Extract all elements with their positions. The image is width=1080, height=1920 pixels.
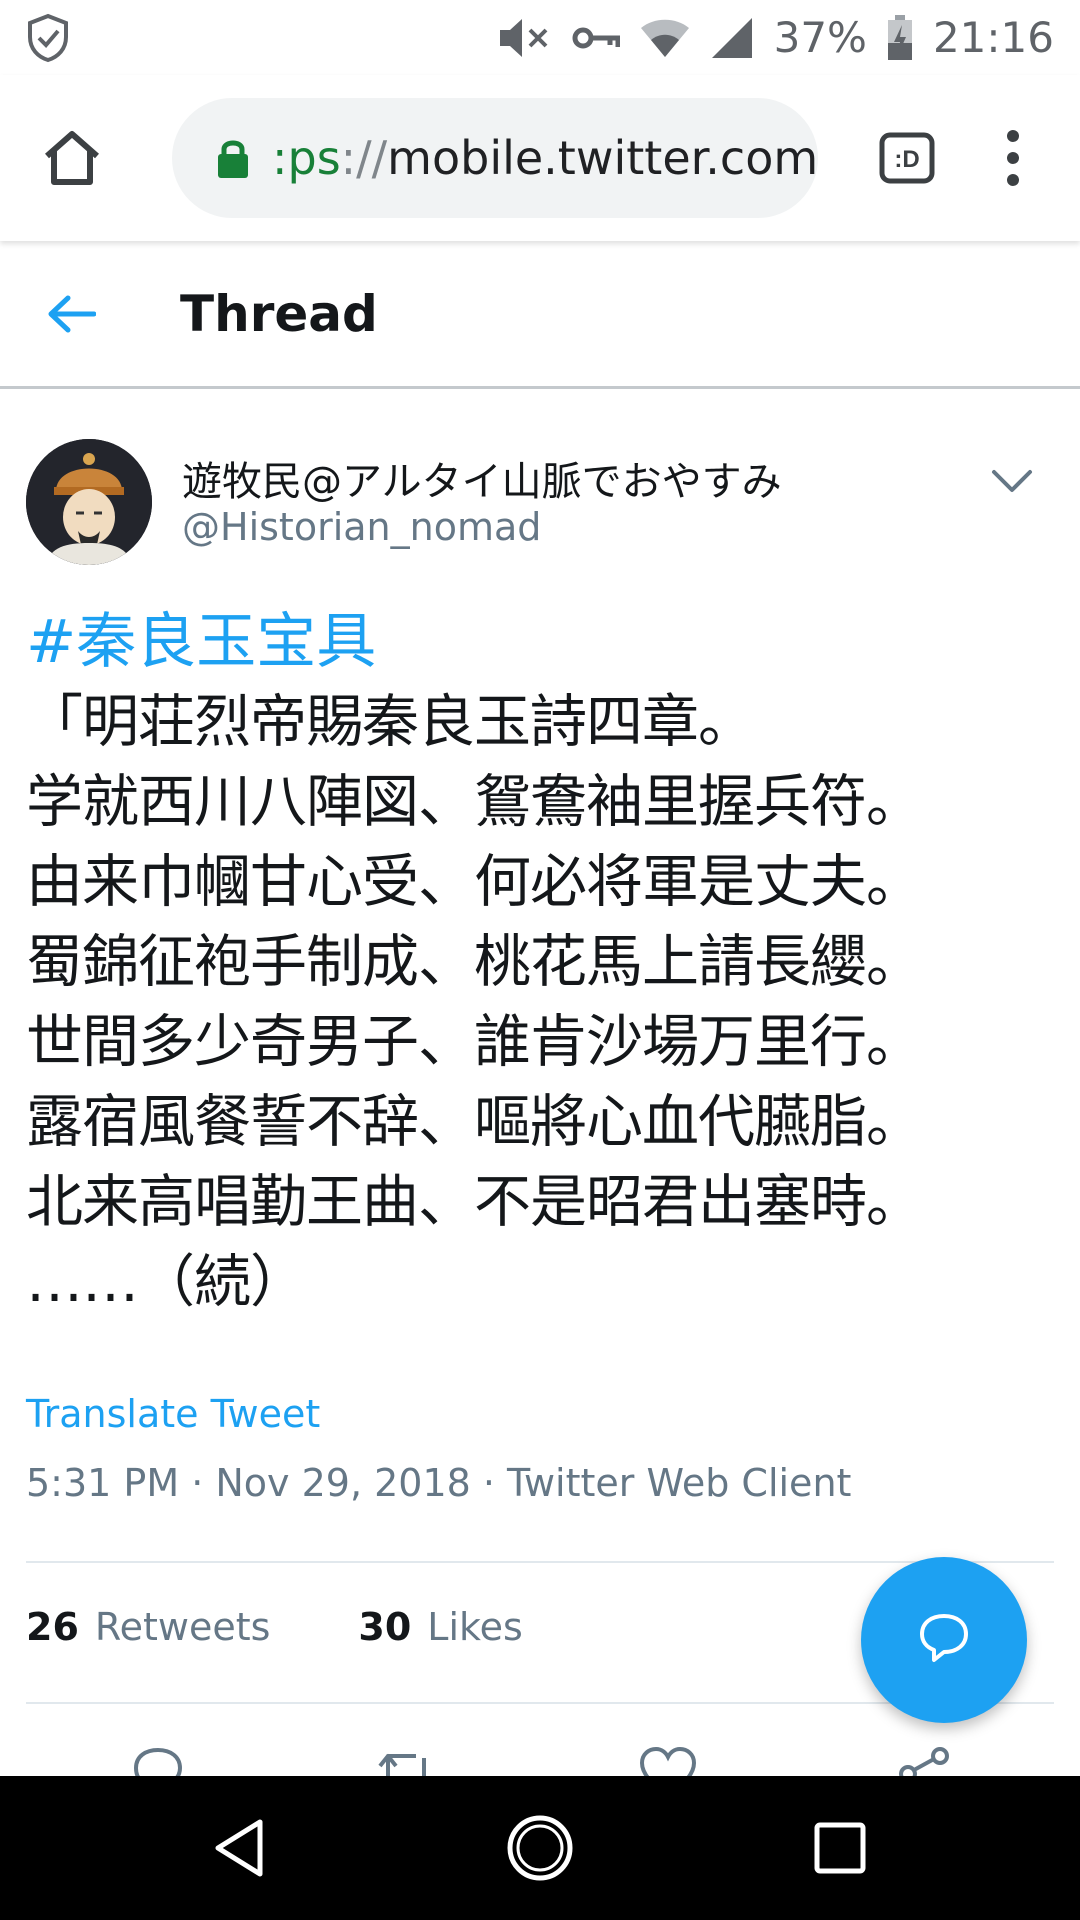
android-nav-bar — [0, 1776, 1080, 1920]
arrow-left-icon[interactable] — [46, 294, 106, 334]
tweet-line: 「明荘烈帝賜秦良玉詩四章。 — [26, 689, 755, 755]
status-bar: 37% 21:16 — [0, 0, 1080, 75]
battery-percent: 37% — [773, 13, 867, 62]
home-icon[interactable] — [36, 122, 108, 194]
tweet-line: 露宿風餐誓不辞、嘔將心血代臙脂。 — [26, 1089, 923, 1155]
likes-count: 30 — [358, 1605, 412, 1649]
likes-stat[interactable]: 30 Likes — [358, 1605, 522, 1649]
tweet-line: ……（続） — [26, 1249, 307, 1315]
hashtag-link[interactable]: #秦良玉宝具 — [26, 602, 1056, 682]
tweet-timestamp: 5:31 PM · Nov 29, 2018 · Twitter Web Cli… — [26, 1461, 852, 1505]
likes-label: Likes — [427, 1605, 523, 1649]
url-host: mobile.twitter.com — [387, 131, 818, 185]
compose-reply-button[interactable] — [861, 1557, 1027, 1723]
screen: 37% 21:16:ps://mobile.twitter.com:D Th… — [0, 0, 1080, 1920]
translate-tweet-link[interactable]: Translate Tweet — [26, 1392, 320, 1436]
more-vert-icon[interactable] — [998, 118, 1028, 198]
author-name[interactable]: 遊牧民@アルタイ山脈でおやすみ — [182, 449, 782, 507]
shield-check-icon — [26, 13, 70, 63]
tabs-icon-label: :D — [894, 146, 919, 173]
vpn-key-icon — [572, 23, 620, 53]
tweet-line: 北来高唱勤王曲、不是昭君出塞時。 — [26, 1169, 923, 1235]
chevron-down-icon[interactable] — [988, 459, 1036, 503]
tweet-line: 蜀錦征袍手制成、桃花馬上請長纓。 — [26, 929, 923, 995]
retweets-count: 26 — [26, 1605, 79, 1649]
tweet-author: 遊牧民@アルタイ山脈でおやすみ @Historian_nomad — [26, 439, 1054, 569]
tab-switcher-icon[interactable]: :D — [878, 130, 936, 186]
retweets-stat[interactable]: 26 Retweets — [26, 1605, 270, 1649]
compose-reply-icon — [916, 1610, 972, 1670]
url-separator: :// — [340, 131, 388, 185]
browser-toolbar: :ps://mobile.twitter.com :D — [0, 75, 1080, 241]
home-circle-icon[interactable] — [504, 1812, 576, 1884]
recents-square-icon[interactable] — [804, 1812, 876, 1884]
retweets-label: Retweets — [94, 1605, 271, 1649]
author-handle[interactable]: @Historian_nomad — [182, 505, 541, 549]
mute-icon — [498, 16, 552, 60]
back-triangle-icon[interactable] — [204, 1812, 276, 1884]
clock: 21:16 — [932, 13, 1054, 62]
tweet-line: 学就西川八陣図、鴛鴦袖里握兵符。 — [26, 769, 923, 835]
avatar[interactable] — [26, 439, 152, 565]
wifi-icon — [640, 17, 690, 59]
url-bar[interactable]: :ps://mobile.twitter.com — [172, 98, 818, 218]
tweet-text: #秦良玉宝具 「明荘烈帝賜秦良玉詩四章。 学就西川八陣図、鴛鴦袖里握兵符。 由来… — [26, 602, 1056, 1322]
thread-header: Thread — [0, 241, 1080, 389]
url-scheme: :ps — [272, 131, 341, 185]
tweet-stats: 26 Retweets 30 Likes — [26, 1605, 523, 1649]
lock-icon — [216, 137, 250, 179]
battery-charging-icon — [887, 14, 913, 61]
tweet-line: 世間多少奇男子、誰肯沙場万里行。 — [26, 1009, 923, 1075]
url-text: :ps://mobile.twitter.com — [272, 131, 818, 185]
divider — [26, 1561, 1054, 1563]
tweet-line: 由来巾幗甘心受、何必将軍是丈夫。 — [26, 849, 923, 915]
cell-signal-icon — [710, 16, 754, 60]
page-title: Thread — [180, 284, 378, 343]
